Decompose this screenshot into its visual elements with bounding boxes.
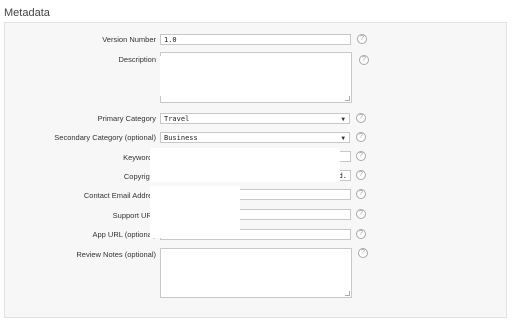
secondary-category-label: Secondary Category (optional) xyxy=(54,133,156,142)
help-icon[interactable]: ? xyxy=(356,170,366,180)
help-icon[interactable]: ? xyxy=(359,55,369,65)
primary-category-select[interactable]: Travel ▼ xyxy=(160,113,350,124)
chevron-down-icon: ▼ xyxy=(341,116,345,123)
review-notes-textarea[interactable] xyxy=(160,248,352,298)
redaction-overlay xyxy=(150,186,240,238)
app-url-label: App URL (optional) xyxy=(92,230,156,239)
review-notes-label: Review Notes (optional) xyxy=(76,250,156,259)
description-label: Description xyxy=(118,55,156,64)
help-icon[interactable]: ? xyxy=(356,229,366,239)
help-icon[interactable]: ? xyxy=(357,34,367,44)
version-number-label: Version Number xyxy=(102,35,156,44)
help-icon[interactable]: ? xyxy=(356,151,366,161)
contact-email-label: Contact Email Addres xyxy=(83,191,156,200)
help-icon[interactable]: ? xyxy=(358,248,368,258)
redaction-overlay xyxy=(160,56,348,96)
section-title: Metadata xyxy=(4,7,50,19)
secondary-category-select[interactable]: Business ▼ xyxy=(160,132,350,143)
redaction-overlay xyxy=(150,148,340,182)
resize-grip-icon[interactable] xyxy=(345,291,350,296)
help-icon[interactable]: ? xyxy=(356,189,366,199)
help-icon[interactable]: ? xyxy=(356,209,366,219)
chevron-down-icon: ▼ xyxy=(341,135,345,142)
primary-category-label: Primary Category xyxy=(97,114,156,123)
version-number-input[interactable]: 1.0 xyxy=(160,34,351,45)
help-icon[interactable]: ? xyxy=(356,132,366,142)
help-icon[interactable]: ? xyxy=(356,113,366,123)
resize-grip-icon[interactable] xyxy=(345,96,350,101)
